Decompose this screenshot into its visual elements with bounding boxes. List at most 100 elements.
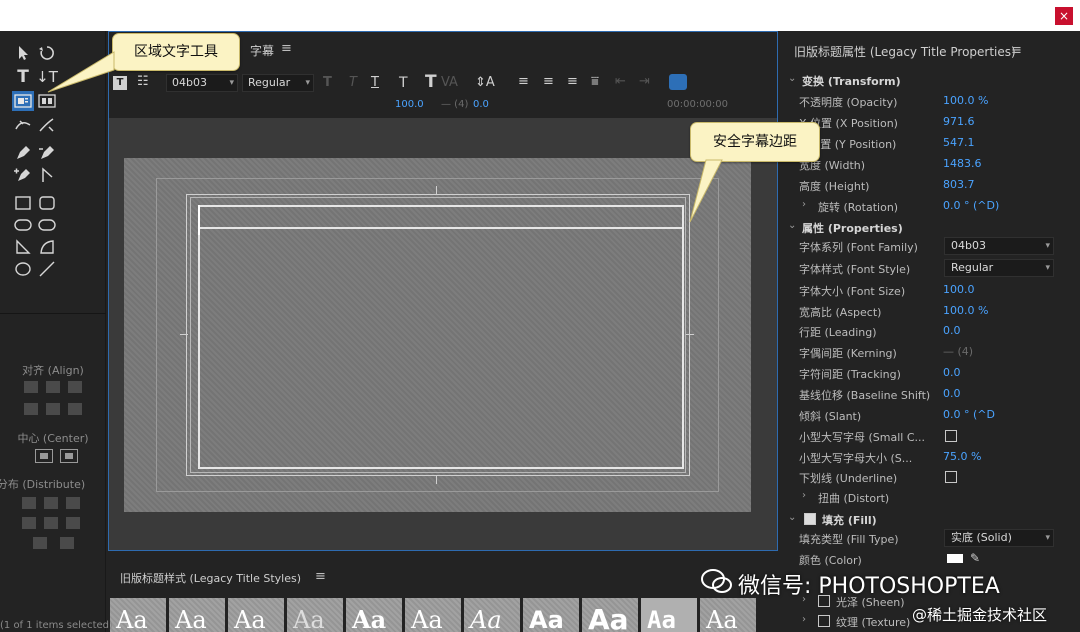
font-size-value[interactable]: 100.0 — [395, 99, 424, 110]
wechat-watermark: 微信号: PHOTOSHOPTEA — [738, 574, 1000, 599]
clipped-corner-tool[interactable] — [12, 215, 34, 235]
underline-row: 下划线 (Underline) — [784, 468, 1080, 488]
style-swatch[interactable]: Aa — [110, 598, 166, 632]
font-family-dropdown[interactable]: 04b03 ▾ — [944, 237, 1054, 255]
color-swatch[interactable] — [947, 554, 963, 563]
kerning-value: — (4) — [441, 99, 469, 110]
wedge-tool[interactable] — [12, 237, 34, 257]
align-right-icon — [68, 381, 82, 393]
baseline-shift-label: 基线位移 (Baseline Shift) — [799, 389, 931, 402]
distort-row[interactable]: › 扭曲 (Distort) — [784, 488, 1080, 508]
next-frame-icon[interactable]: ⇥ — [639, 74, 650, 89]
align-left-text-icon[interactable]: ≡ — [518, 74, 529, 89]
underline-checkbox[interactable] — [945, 471, 957, 483]
style-swatch[interactable]: Aa — [228, 598, 284, 632]
arc-tool[interactable] — [36, 237, 58, 257]
pen-tool[interactable] — [12, 143, 34, 163]
rectangle-tool[interactable] — [12, 193, 34, 213]
type-tool[interactable]: T — [12, 67, 34, 87]
baseline-shift-value[interactable]: 0.0 — [943, 387, 961, 400]
opacity-value[interactable]: 100.0 % — [943, 94, 988, 107]
rounded-rectangle-tool[interactable] — [36, 193, 58, 213]
underline-icon[interactable]: T — [371, 75, 379, 90]
style-swatch[interactable]: Aa — [464, 598, 520, 632]
style-swatch[interactable]: Aa — [287, 598, 343, 632]
kerning-icon[interactable]: VA — [441, 75, 458, 90]
style-swatch[interactable]: Aa — [641, 598, 697, 632]
style-swatch[interactable]: Aa — [582, 598, 638, 632]
leading-icon[interactable]: ⇕A — [475, 75, 495, 90]
leading-label: 行距 (Leading) — [799, 326, 877, 339]
fill-section[interactable]: ⌄ 填充 (Fill) — [784, 510, 1080, 530]
area-text-box[interactable] — [198, 205, 684, 469]
style-swatch[interactable]: Aa — [523, 598, 579, 632]
window-title-bar: × — [0, 0, 1080, 31]
style-swatch[interactable]: Aa — [346, 598, 402, 632]
font-size-icon[interactable]: T — [399, 75, 408, 91]
x-position-value[interactable]: 971.6 — [943, 115, 975, 128]
slant-value[interactable]: 0.0 ° (^D — [943, 408, 995, 421]
style-swatch[interactable]: Aa — [700, 598, 756, 632]
style-swatch[interactable]: Aa — [405, 598, 461, 632]
fill-type-dropdown[interactable]: 实底 (Solid) ▾ — [944, 529, 1054, 547]
tab-stops-icon[interactable]: ⩸ — [591, 74, 599, 89]
distribute-left-icon — [22, 497, 36, 509]
eyedropper-icon[interactable]: ✎ — [970, 551, 980, 565]
small-caps-size-value[interactable]: 75.0 % — [943, 450, 981, 463]
small-caps-checkbox[interactable] — [945, 430, 957, 442]
text-cursor — [198, 205, 200, 235]
font-family-select[interactable]: 04b03 ▾ — [166, 74, 238, 92]
align-right-text-icon[interactable]: ≡ — [567, 74, 578, 89]
tracking-value[interactable]: 0.0 — [943, 366, 961, 379]
font-size-value[interactable]: 100.0 — [943, 283, 975, 296]
delete-anchor-tool[interactable] — [36, 143, 58, 163]
width-value[interactable]: 1483.6 — [943, 157, 982, 170]
y-position-value[interactable]: 547.1 — [943, 136, 975, 149]
font-style-select[interactable]: Regular ▾ — [242, 74, 314, 92]
close-button[interactable]: × — [1055, 7, 1073, 25]
bold-icon[interactable]: T — [323, 75, 332, 90]
roll-crawl-icon[interactable]: ☷ — [137, 74, 149, 89]
transform-section[interactable]: ⌄ 变换 (Transform) — [784, 71, 1080, 91]
leading-value[interactable]: 0.0 — [943, 324, 961, 337]
font-size-large-icon[interactable]: T — [425, 72, 437, 92]
rotation-row[interactable]: › 旋转 (Rotation) 0.0 ° (^D) — [784, 197, 1080, 217]
style-swatch[interactable]: Aa — [169, 598, 225, 632]
area-type-tool[interactable] — [12, 91, 34, 111]
legacy-title-styles-panel: 旧版标题样式 (Legacy Title Styles) ≡ Aa Aa Aa … — [108, 560, 778, 632]
properties-section[interactable]: ⌄ 属性 (Properties) — [784, 218, 1080, 238]
italic-icon[interactable]: T — [349, 75, 357, 90]
leading-value[interactable]: 0.0 — [473, 99, 489, 110]
fill-checkbox[interactable] — [804, 513, 816, 525]
center-horizontal-button[interactable] — [35, 449, 53, 463]
texture-checkbox[interactable] — [818, 615, 830, 627]
rotation-value[interactable]: 0.0 ° (^D) — [943, 199, 999, 212]
properties-menu-icon[interactable]: ≡ — [1011, 43, 1022, 58]
callout-pointer-left — [47, 51, 115, 93]
center-tick-right — [686, 334, 694, 335]
ellipse-tool[interactable] — [12, 259, 34, 279]
title-canvas[interactable] — [109, 118, 777, 550]
center-vertical-button[interactable] — [60, 449, 78, 463]
chevron-right-icon: › — [802, 614, 806, 625]
font-style-selected: Regular — [951, 261, 994, 274]
properties-panel-title: 旧版标题属性 (Legacy Title Properties) — [794, 45, 1016, 59]
styles-menu-icon[interactable]: ≡ — [315, 569, 326, 584]
align-center-text-icon[interactable]: ≡ — [543, 74, 554, 89]
show-background-video-icon[interactable] — [669, 74, 687, 90]
height-label: 高度 (Height) — [799, 180, 870, 193]
prev-frame-icon[interactable]: ⇤ — [615, 74, 626, 89]
title-artboard[interactable] — [124, 158, 751, 512]
vertical-path-type-tool[interactable] — [36, 115, 58, 135]
rounded-corner-tool[interactable] — [36, 215, 58, 235]
selection-status: (1 of 1 items selected) — [0, 620, 113, 631]
panel-menu-icon[interactable]: ≡ — [281, 41, 292, 56]
convert-anchor-tool[interactable] — [36, 165, 58, 185]
line-tool[interactable] — [36, 259, 58, 279]
add-anchor-tool[interactable] — [12, 165, 34, 185]
aspect-value[interactable]: 100.0 % — [943, 304, 988, 317]
height-value[interactable]: 803.7 — [943, 178, 975, 191]
path-type-tool[interactable] — [12, 115, 34, 135]
selection-tool[interactable] — [12, 43, 34, 63]
font-style-dropdown[interactable]: Regular ▾ — [944, 259, 1054, 277]
